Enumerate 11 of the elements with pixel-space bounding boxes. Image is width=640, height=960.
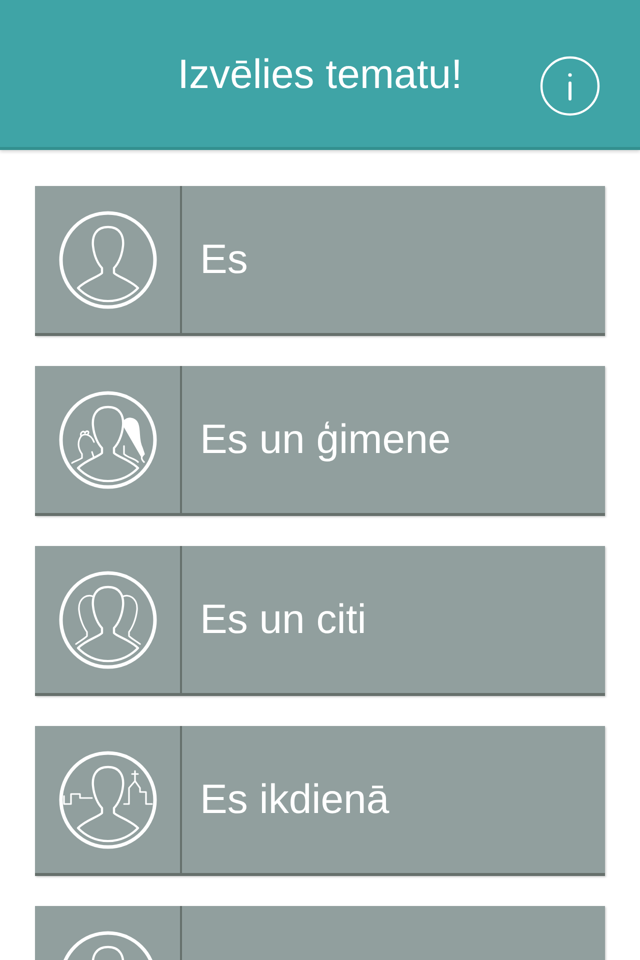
- person-with-buildings-icon: [58, 750, 158, 850]
- info-icon: [540, 56, 600, 116]
- header-title: Izvēlies tematu!: [178, 50, 462, 99]
- people-icon: [58, 570, 158, 670]
- person-icon: [58, 210, 158, 310]
- family-icon: [58, 390, 158, 490]
- topic-button[interactable]: Es un citi: [35, 546, 605, 696]
- topic-button[interactable]: Es ikdienā: [35, 726, 605, 876]
- topic-button[interactable]: Es: [35, 186, 605, 336]
- info-button[interactable]: [540, 56, 600, 116]
- topic-button[interactable]: Es un ģimene: [35, 366, 605, 516]
